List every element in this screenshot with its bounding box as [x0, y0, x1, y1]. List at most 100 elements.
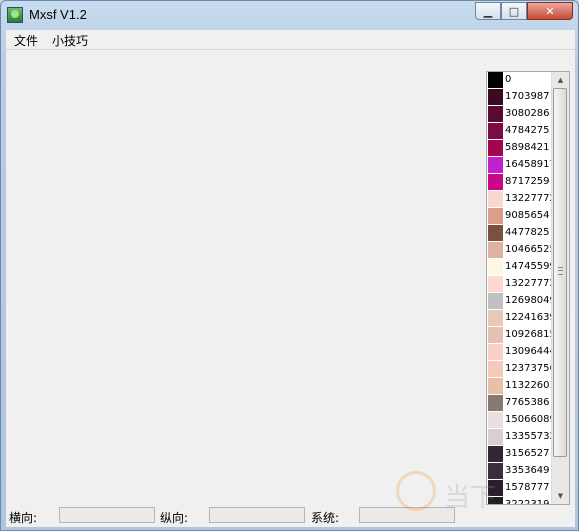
palette-item[interactable]: 16458917	[487, 157, 556, 174]
scroll-down-arrow-icon: ▼	[557, 492, 564, 500]
app-icon	[7, 7, 23, 23]
palette-scrollbar[interactable]: ▲ ▼	[551, 72, 569, 504]
palette-item[interactable]: 15066089	[487, 412, 556, 429]
palette-item[interactable]: 3080286	[487, 106, 552, 123]
canvas-area[interactable]: 0 1703987 3080286 4784275 5898421 16458917 871…	[6, 50, 575, 527]
palette-item[interactable]: 5898421	[487, 140, 552, 157]
scroll-up-arrow-icon: ▲	[557, 76, 564, 84]
color-swatch	[488, 72, 503, 88]
scroll-down-button[interactable]: ▼	[552, 488, 569, 504]
color-swatch	[488, 242, 503, 258]
color-value: 0	[505, 74, 512, 85]
palette-item[interactable]: 4477825	[487, 225, 552, 242]
menu-tips[interactable]: 小技巧	[52, 32, 88, 49]
color-swatch	[488, 497, 503, 504]
palette-item[interactable]: 10466525	[487, 242, 556, 259]
color-value: 14745599	[505, 261, 556, 272]
vertical-value-field	[209, 507, 305, 523]
color-swatch	[488, 446, 503, 462]
color-swatch	[488, 395, 503, 411]
app-window: Mxsf V1.2 ▁ □ ✕ 文件 小技巧 0 1703987 3080286 47…	[0, 0, 579, 531]
menu-file[interactable]: 文件	[14, 32, 38, 49]
palette-item[interactable]: 13355732	[487, 429, 556, 446]
color-value: 12241639	[505, 312, 556, 323]
palette-item[interactable]: 13096444	[487, 344, 556, 361]
color-value: 3353649	[505, 465, 550, 476]
color-swatch	[488, 208, 503, 224]
color-swatch	[488, 89, 503, 105]
color-value: 13096444	[505, 346, 556, 357]
palette-item[interactable]: 1703987	[487, 89, 552, 106]
color-value: 1703987	[505, 91, 550, 102]
close-button[interactable]: ✕	[527, 2, 573, 20]
color-value: 16458917	[505, 159, 556, 170]
palette-item[interactable]: 3353649	[487, 463, 552, 480]
palette-item[interactable]: 12698049	[487, 293, 556, 310]
color-swatch	[488, 140, 503, 156]
color-value: 13227772	[505, 278, 556, 289]
color-swatch	[488, 225, 503, 241]
color-swatch	[488, 412, 503, 428]
color-value: 9085654	[505, 210, 550, 221]
palette-item[interactable]: 4784275	[487, 123, 552, 140]
palette-item[interactable]: 12373756	[487, 361, 556, 378]
color-swatch	[488, 191, 503, 207]
color-palette-list[interactable]: 0 1703987 3080286 4784275 5898421 16458917 871…	[486, 71, 570, 505]
palette-item[interactable]: 1578777	[487, 480, 552, 497]
palette-item[interactable]: 14745599	[487, 259, 556, 276]
color-value: 4477825	[505, 227, 550, 238]
horizontal-label: 横向:	[9, 511, 38, 525]
color-value: 3080286	[505, 108, 550, 119]
color-value: 10466525	[505, 244, 556, 255]
color-swatch	[488, 174, 503, 190]
title-bar[interactable]: Mxsf V1.2 ▁ □ ✕	[1, 1, 578, 29]
palette-item[interactable]: 8717259	[487, 174, 552, 191]
color-swatch	[488, 327, 503, 343]
color-swatch	[488, 259, 503, 275]
color-value: 8717259	[505, 176, 550, 187]
minimize-icon: ▁	[483, 4, 493, 18]
color-value: 12698049	[505, 295, 556, 306]
palette-item[interactable]: 12241639	[487, 310, 556, 327]
scroll-grip-icon	[558, 267, 563, 275]
palette-item[interactable]: 3222319	[487, 497, 552, 504]
color-swatch	[488, 123, 503, 139]
color-value: 3156527	[505, 448, 550, 459]
palette-item[interactable]: 0	[487, 72, 552, 89]
palette-item[interactable]: 13227772	[487, 191, 556, 208]
color-value: 12373756	[505, 363, 556, 374]
horizontal-value-field	[59, 507, 155, 523]
color-swatch	[488, 344, 503, 360]
palette-item[interactable]: 10926815	[487, 327, 556, 344]
palette-item[interactable]: 3156527	[487, 446, 552, 463]
color-value: 7765386	[505, 397, 550, 408]
color-swatch	[488, 106, 503, 122]
maximize-button[interactable]: □	[501, 2, 527, 20]
color-swatch	[488, 429, 503, 445]
color-swatch	[488, 276, 503, 292]
color-value: 1578777	[505, 482, 550, 493]
maximize-icon: □	[508, 4, 520, 18]
color-swatch	[488, 463, 503, 479]
palette-item[interactable]: 13227772	[487, 276, 556, 293]
color-swatch	[488, 310, 503, 326]
palette-item[interactable]: 9085654	[487, 208, 552, 225]
vertical-label: 纵向:	[160, 511, 189, 525]
palette-item[interactable]: 11322601	[487, 378, 556, 395]
color-value: 15066089	[505, 414, 556, 425]
menu-bar: 文件 小技巧	[6, 30, 575, 50]
color-swatch	[488, 378, 503, 394]
color-swatch	[488, 361, 503, 377]
window-title: Mxsf V1.2	[29, 7, 87, 22]
system-value-field	[359, 507, 455, 523]
color-value: 13355732	[505, 431, 556, 442]
color-value: 5898421	[505, 142, 550, 153]
color-swatch	[488, 480, 503, 496]
close-icon: ✕	[545, 4, 555, 18]
palette-item[interactable]: 7765386	[487, 395, 552, 412]
minimize-button[interactable]: ▁	[475, 2, 501, 20]
scroll-up-button[interactable]: ▲	[552, 72, 569, 88]
color-swatch	[488, 293, 503, 309]
system-label: 系统:	[311, 511, 340, 525]
scroll-thumb[interactable]	[553, 88, 567, 457]
